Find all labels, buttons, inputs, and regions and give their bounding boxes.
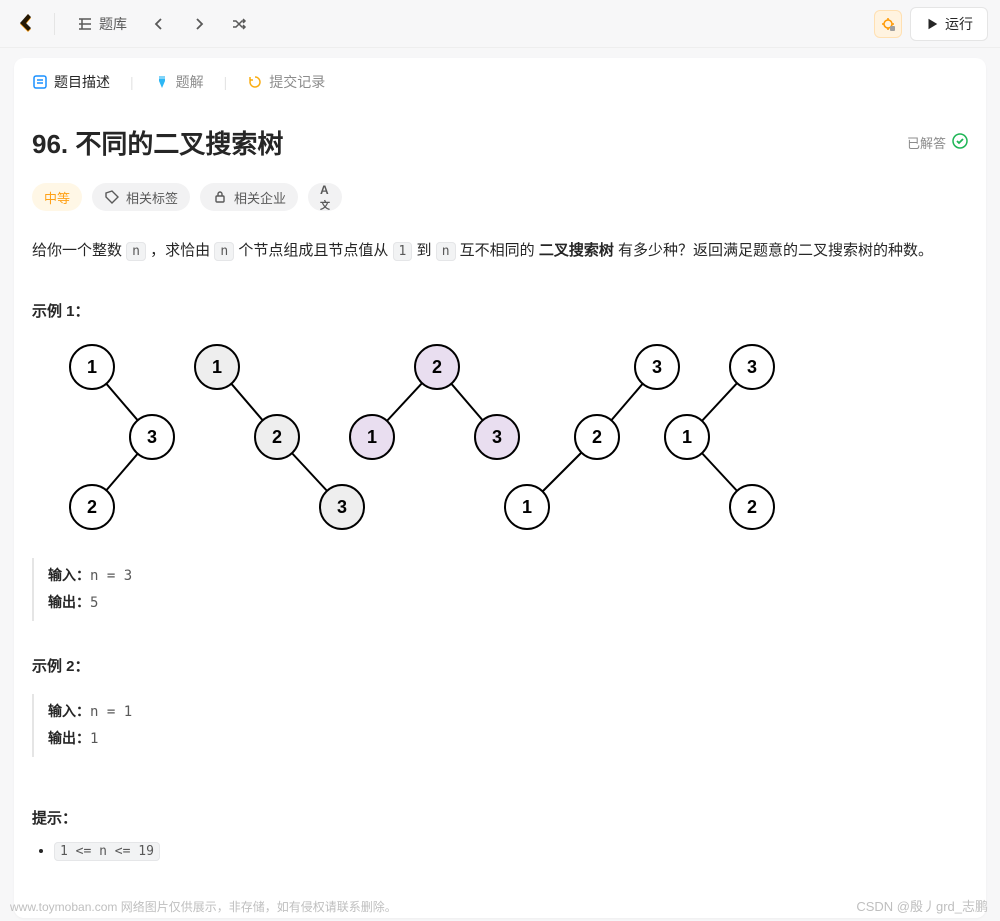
constraint-item: 1 <= n <= 19 bbox=[54, 842, 968, 859]
leetcode-logo[interactable] bbox=[12, 10, 40, 38]
stmt-text: 到 bbox=[412, 242, 435, 259]
tab-description-label: 题目描述 bbox=[54, 72, 110, 92]
code-n: n bbox=[436, 242, 456, 261]
prev-button[interactable] bbox=[143, 8, 175, 40]
solved-status: 已解答 bbox=[907, 133, 968, 152]
lang-chip[interactable]: A文 bbox=[308, 183, 342, 211]
tab-solution[interactable]: 题解 bbox=[154, 72, 204, 92]
problem-title: 96. 不同的二叉搜索树 bbox=[32, 124, 283, 161]
hints-heading: 提示： bbox=[32, 807, 968, 828]
svg-text:3: 3 bbox=[652, 357, 662, 377]
companies-chip[interactable]: 相关企业 bbox=[200, 183, 298, 211]
input-value: n = 1 bbox=[90, 704, 132, 720]
stmt-text: 有多少种？返回满足题意的二叉搜索树的种数。 bbox=[614, 242, 933, 259]
tabs-row: 题目描述 | 题解 | 提交记录 bbox=[14, 58, 986, 102]
library-button[interactable]: 题库 bbox=[69, 8, 135, 40]
tab-submissions-label: 提交记录 bbox=[269, 72, 325, 92]
check-icon bbox=[952, 133, 968, 152]
stmt-text: ，求恰由 bbox=[146, 242, 214, 259]
tab-submissions[interactable]: 提交记录 bbox=[247, 72, 325, 92]
svg-text:3: 3 bbox=[147, 427, 157, 447]
run-button[interactable]: 运行 bbox=[910, 7, 988, 41]
svg-text:3: 3 bbox=[747, 357, 757, 377]
next-button[interactable] bbox=[183, 8, 215, 40]
shuffle-button[interactable] bbox=[223, 8, 255, 40]
svg-text:2: 2 bbox=[87, 497, 97, 517]
solved-label: 已解答 bbox=[907, 133, 946, 152]
divider bbox=[54, 13, 55, 35]
content-area: 96. 不同的二叉搜索树 已解答 中等 相关标签 相关企业 A文 bbox=[14, 102, 986, 881]
difficulty-chip[interactable]: 中等 bbox=[32, 183, 82, 211]
run-label: 运行 bbox=[945, 14, 973, 34]
code-n: n bbox=[126, 242, 146, 261]
code-n: n bbox=[214, 242, 234, 261]
companies-label: 相关企业 bbox=[234, 188, 286, 207]
lang-label: A文 bbox=[320, 183, 330, 212]
svg-text:1: 1 bbox=[682, 427, 692, 447]
stmt-text: 给你一个整数 bbox=[32, 242, 126, 259]
svg-text:2: 2 bbox=[432, 357, 442, 377]
tags-label: 相关标签 bbox=[126, 188, 178, 207]
example2-heading: 示例 2： bbox=[32, 655, 968, 676]
stmt-text: 个节点组成且节点值从 bbox=[234, 242, 392, 259]
svg-text:1: 1 bbox=[522, 497, 532, 517]
example2-box: 输入：n = 1 输出：1 bbox=[32, 694, 968, 757]
stmt-text: 互不相同的 bbox=[456, 242, 539, 259]
svg-text:2: 2 bbox=[272, 427, 282, 447]
svg-text:2: 2 bbox=[747, 497, 757, 517]
watermark-right: CSDN @殷丿grd_志鹏 bbox=[856, 896, 988, 915]
input-value: n = 3 bbox=[90, 568, 132, 584]
chips-row: 中等 相关标签 相关企业 A文 bbox=[32, 183, 968, 211]
code-1: 1 bbox=[393, 242, 413, 261]
input-label: 输入： bbox=[48, 567, 90, 583]
output-label: 输出： bbox=[48, 730, 90, 746]
constraints-list: 1 <= n <= 19 bbox=[54, 842, 968, 859]
svg-text:1: 1 bbox=[367, 427, 377, 447]
svg-text:1: 1 bbox=[87, 357, 97, 377]
library-label: 题库 bbox=[99, 14, 127, 34]
example1-box: 输入：n = 3 输出：5 bbox=[32, 558, 968, 621]
example1-heading: 示例 1： bbox=[32, 300, 968, 321]
stmt-bold: 二叉搜索树 bbox=[539, 242, 614, 259]
output-label: 输出： bbox=[48, 594, 90, 610]
watermark-left: www.toymoban.com 网络图片仅供展示，非存储，如有侵权请联系删除。 bbox=[10, 898, 397, 915]
lock-icon bbox=[212, 189, 228, 205]
debug-badge[interactable] bbox=[874, 10, 902, 38]
tags-chip[interactable]: 相关标签 bbox=[92, 183, 190, 211]
problem-card: 题目描述 | 题解 | 提交记录 96. 不同的二叉搜索树 已解答 中等 bbox=[14, 58, 986, 918]
tab-solution-label: 题解 bbox=[176, 72, 204, 92]
output-value: 1 bbox=[90, 731, 98, 747]
bst-diagram: 1 3 2 1 2 3 2 1 3 3 2 1 3 1 2 bbox=[32, 337, 968, 540]
constraint-code: 1 <= n <= 19 bbox=[54, 842, 160, 861]
svg-text:3: 3 bbox=[492, 427, 502, 447]
svg-text:1: 1 bbox=[212, 357, 222, 377]
top-toolbar: 题库 运行 bbox=[0, 0, 1000, 48]
input-label: 输入： bbox=[48, 703, 90, 719]
svg-text:2: 2 bbox=[592, 427, 602, 447]
svg-text:3: 3 bbox=[337, 497, 347, 517]
output-value: 5 bbox=[90, 595, 98, 611]
tag-icon bbox=[104, 189, 120, 205]
tab-description[interactable]: 题目描述 bbox=[32, 72, 110, 92]
problem-statement: 给你一个整数 n ，求恰由 n 个节点组成且节点值从 1 到 n 互不相同的 二… bbox=[32, 237, 968, 266]
